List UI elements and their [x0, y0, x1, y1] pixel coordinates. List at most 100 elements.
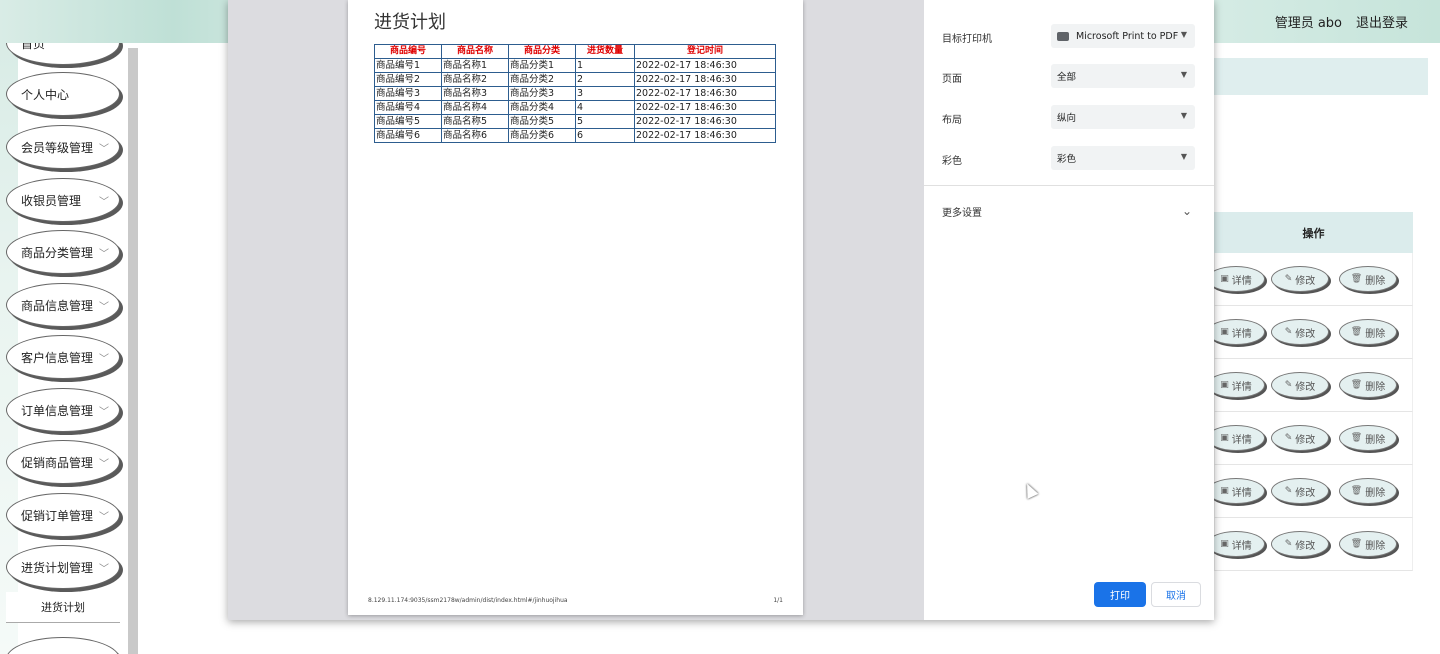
detail-button[interactable]: ▣ 详情 — [1207, 531, 1265, 557]
table-cell: 商品编号4 — [374, 100, 442, 115]
color-row: 彩色 彩色 ▼ — [942, 146, 1196, 172]
preview-page: 进货计划 商品编号 商品名称 商品分类 进货数量 登记时间 商品编号1 商品名称… — [348, 0, 803, 615]
table-cell: 2 — [575, 72, 635, 87]
delete-button[interactable]: 🗑 删除 — [1339, 531, 1397, 557]
sidebar-item-purchase-plan[interactable]: 进货计划管理 ﹀ — [6, 545, 120, 589]
layout-row: 布局 纵向 ▼ — [942, 105, 1196, 131]
chevron-down-icon: ﹀ — [99, 459, 109, 470]
print-dialog: 进货计划 商品编号 商品名称 商品分类 进货数量 登记时间 商品编号1 商品名称… — [228, 0, 1214, 620]
sidebar-item-product-info[interactable]: 商品信息管理 ﹀ — [6, 283, 120, 327]
pencil-icon: ✎ — [1284, 539, 1293, 549]
table-row: ▣ 详情 ✎ 修改 🗑 删除 — [1207, 306, 1413, 359]
logout-link[interactable]: 退出登录 — [1356, 12, 1408, 31]
delete-button[interactable]: 🗑 删除 — [1339, 372, 1397, 398]
sidebar-item-customer-info[interactable]: 客户信息管理 ﹀ — [6, 335, 120, 379]
table-cell: 商品分类6 — [508, 128, 576, 143]
table-cell: 商品编号3 — [374, 86, 442, 101]
table-cell: 商品名称2 — [441, 72, 509, 87]
detail-icon: ▣ — [1220, 327, 1229, 337]
chevron-down-icon: ﹀ — [99, 407, 109, 418]
detail-button[interactable]: ▣ 详情 — [1207, 266, 1265, 292]
table-cell: 商品名称1 — [441, 58, 509, 73]
edit-button[interactable]: ✎ 修改 — [1271, 266, 1329, 292]
detail-icon: ▣ — [1220, 274, 1229, 284]
chevron-down-icon: ﹀ — [99, 197, 109, 208]
destination-select[interactable]: Microsoft Print to PDF ▼ — [1051, 24, 1195, 48]
table-cell: 商品编号5 — [374, 114, 442, 129]
print-button[interactable]: 打印 — [1094, 582, 1146, 607]
edit-button[interactable]: ✎ 修改 — [1271, 425, 1329, 451]
layout-label: 布局 — [942, 115, 962, 126]
table-cell: 商品分类1 — [508, 58, 576, 73]
sidebar-item-product-category[interactable]: 商品分类管理 ﹀ — [6, 230, 120, 274]
table-cell: 3 — [575, 86, 635, 101]
table-row: 商品编号2 商品名称2 商品分类2 2 2022-02-17 18:46:30 — [374, 72, 776, 87]
table-row: ▣ 详情 ✎ 修改 🗑 删除 — [1207, 359, 1413, 412]
preview-table: 商品编号 商品名称 商品分类 进货数量 登记时间 商品编号1 商品名称1 商品分… — [374, 44, 776, 143]
color-select[interactable]: 彩色 ▼ — [1051, 146, 1195, 170]
sidebar-item-label: 个人中心 — [21, 87, 70, 102]
table-cell: 6 — [575, 128, 635, 143]
pages-select[interactable]: 全部 ▼ — [1051, 64, 1195, 88]
table-cell: 商品编号6 — [374, 128, 442, 143]
table-row: 商品编号5 商品名称5 商品分类5 5 2022-02-17 18:46:30 — [374, 114, 776, 129]
sidebar-item-promo-order[interactable]: 促销订单管理 ﹀ — [6, 493, 120, 537]
preview-footer-page: 1/1 — [773, 597, 783, 604]
table-cell: 2022-02-17 18:46:30 — [634, 86, 776, 101]
cancel-button[interactable]: 取消 — [1151, 582, 1201, 607]
table-cell: 2022-02-17 18:46:30 — [634, 114, 776, 129]
settings-divider — [924, 185, 1214, 186]
edit-button[interactable]: ✎ 修改 — [1271, 319, 1329, 345]
trash-icon: 🗑 — [1350, 486, 1363, 496]
table-cell: 2022-02-17 18:46:30 — [634, 128, 776, 143]
delete-button[interactable]: 🗑 删除 — [1339, 478, 1397, 504]
table-cell: 商品分类3 — [508, 86, 576, 101]
detail-button[interactable]: ▣ 详情 — [1207, 425, 1265, 451]
table-row: ▣ 详情 ✎ 修改 🗑 删除 — [1207, 518, 1413, 571]
trash-icon: 🗑 — [1350, 327, 1363, 337]
pencil-icon: ✎ — [1284, 274, 1293, 284]
table-row: 商品编号1 商品名称1 商品分类1 1 2022-02-17 18:46:30 — [374, 58, 776, 73]
sidebar-item-order-info[interactable]: 订单信息管理 ﹀ — [6, 388, 120, 432]
operations-column: 操作 ▣ 详情 ✎ 修改 🗑 删除 ▣ 详情 ✎ 修改 🗑 删除 ▣ 详情 ✎ 修改 🗑 删除 ▣… — [1207, 212, 1413, 571]
trash-icon: 🗑 — [1350, 433, 1363, 443]
layout-value: 纵向 — [1057, 113, 1077, 124]
detail-button[interactable]: ▣ 详情 — [1207, 478, 1265, 504]
delete-button[interactable]: 🗑 删除 — [1339, 425, 1397, 451]
table-cell: 商品编号1 — [374, 58, 442, 73]
table-cell: 2022-02-17 18:46:30 — [634, 100, 776, 115]
caret-down-icon: ▼ — [1180, 111, 1187, 120]
more-settings-toggle[interactable]: 更多设置 ⌄ — [942, 204, 1196, 224]
table-cell: 2022-02-17 18:46:30 — [634, 72, 776, 87]
submenu-item-purchase-plan[interactable]: 进货计划 — [6, 592, 120, 623]
sidebar-scrollbar[interactable] — [128, 48, 138, 654]
layout-select[interactable]: 纵向 ▼ — [1051, 105, 1195, 129]
table-row: ▣ 详情 ✎ 修改 🗑 删除 — [1207, 253, 1413, 306]
edit-button[interactable]: ✎ 修改 — [1271, 478, 1329, 504]
detail-icon: ▣ — [1220, 486, 1229, 496]
table-row: 商品编号4 商品名称4 商品分类4 4 2022-02-17 18:46:30 — [374, 100, 776, 115]
trash-icon: 🗑 — [1350, 380, 1363, 390]
edit-button[interactable]: ✎ 修改 — [1271, 372, 1329, 398]
color-value: 彩色 — [1057, 154, 1077, 165]
sidebar-item-partial[interactable] — [6, 637, 120, 654]
chevron-down-icon: ﹀ — [99, 302, 109, 313]
sidebar-item-home[interactable]: 首页 — [6, 43, 120, 65]
caret-down-icon: ▼ — [1180, 152, 1187, 161]
sidebar-item-promo-product[interactable]: 促销商品管理 ﹀ — [6, 440, 120, 484]
sidebar-item-label: 订单信息管理 — [21, 403, 94, 418]
sidebar-item-cashier[interactable]: 收银员管理 ﹀ — [6, 178, 120, 222]
table-cell: 5 — [575, 114, 635, 129]
edit-button[interactable]: ✎ 修改 — [1271, 531, 1329, 557]
detail-button[interactable]: ▣ 详情 — [1207, 319, 1265, 345]
delete-button[interactable]: 🗑 删除 — [1339, 319, 1397, 345]
pencil-icon: ✎ — [1284, 433, 1293, 443]
delete-button[interactable]: 🗑 删除 — [1339, 266, 1397, 292]
sidebar-item-label: 收银员管理 — [21, 193, 82, 208]
sidebar-item-member-level[interactable]: 会员等级管理 ﹀ — [6, 125, 120, 169]
sidebar-item-personal-center[interactable]: 个人中心 — [6, 72, 120, 116]
chevron-down-icon: ⌄ — [1181, 204, 1192, 218]
table-cell: 商品名称6 — [441, 128, 509, 143]
detail-button[interactable]: ▣ 详情 — [1207, 372, 1265, 398]
table-cell: 1 — [575, 58, 635, 73]
